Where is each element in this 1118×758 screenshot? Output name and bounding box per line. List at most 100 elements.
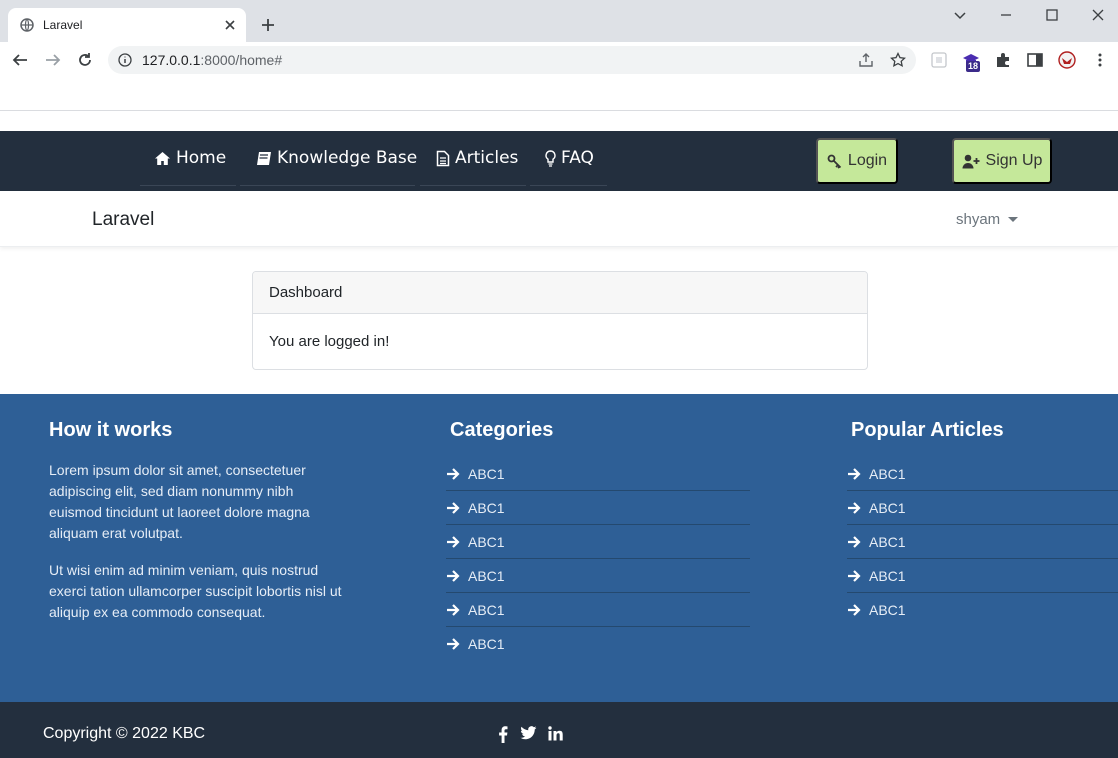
arrow-right-icon bbox=[446, 569, 460, 582]
linkedin-icon[interactable] bbox=[548, 726, 566, 744]
article-label: ABC1 bbox=[869, 499, 906, 516]
extensions-puzzle-icon[interactable] bbox=[994, 51, 1012, 69]
footer-how-title: How it works bbox=[49, 419, 173, 441]
category-item[interactable]: ABC1 bbox=[446, 491, 750, 525]
category-label: ABC1 bbox=[468, 635, 505, 652]
chrome-divider bbox=[0, 110, 1118, 111]
book-icon bbox=[256, 151, 272, 166]
nav-home-link[interactable]: Home bbox=[154, 148, 226, 168]
category-label: ABC1 bbox=[468, 465, 505, 482]
category-item[interactable]: ABC1 bbox=[446, 593, 750, 627]
nav-underline bbox=[420, 185, 526, 186]
article-label: ABC1 bbox=[869, 533, 906, 550]
app-navbar: Laravel shyam bbox=[0, 191, 1118, 247]
nav-home-label: Home bbox=[176, 148, 227, 168]
footer-popular-title: Popular Articles bbox=[851, 419, 1004, 441]
nav-knowledge-base-label: Knowledge Base bbox=[277, 148, 418, 168]
login-button[interactable]: Login bbox=[816, 138, 898, 184]
popular-article-item[interactable]: ABC1 bbox=[847, 491, 1118, 525]
arrow-right-icon bbox=[446, 637, 460, 650]
article-label: ABC1 bbox=[869, 567, 906, 584]
close-window-icon[interactable] bbox=[1090, 7, 1106, 23]
signup-button[interactable]: Sign Up bbox=[952, 138, 1052, 184]
bottom-bar: Copyright © 2022 KBC bbox=[0, 702, 1118, 758]
popular-article-item[interactable]: ABC1 bbox=[847, 525, 1118, 559]
article-label: ABC1 bbox=[869, 601, 906, 618]
category-item[interactable]: ABC1 bbox=[446, 457, 750, 491]
url-path: :8000/home# bbox=[200, 52, 283, 68]
category-label: ABC1 bbox=[468, 567, 505, 584]
category-label: ABC1 bbox=[468, 601, 505, 618]
arrow-right-icon bbox=[847, 467, 861, 480]
user-name: shyam bbox=[956, 211, 1001, 228]
more-menu-icon[interactable] bbox=[1091, 51, 1109, 69]
arrow-right-icon bbox=[847, 569, 861, 582]
nav-knowledge-base-link[interactable]: Knowledge Base bbox=[256, 148, 417, 168]
nav-articles-link[interactable]: Articles bbox=[436, 148, 518, 168]
url-text: 127.0.0.1:8000/home# bbox=[142, 52, 282, 68]
facebook-icon[interactable] bbox=[498, 726, 516, 744]
user-dropdown[interactable]: shyam bbox=[956, 211, 1019, 228]
copyright-text: Copyright © 2022 KBC bbox=[43, 725, 206, 742]
reload-icon[interactable] bbox=[76, 51, 94, 69]
home-icon bbox=[154, 151, 171, 166]
arrow-right-icon bbox=[847, 501, 861, 514]
nav-underline bbox=[140, 185, 236, 186]
user-plus-icon bbox=[962, 154, 980, 169]
url-host: 127.0.0.1 bbox=[142, 52, 201, 68]
arrow-right-icon bbox=[446, 501, 460, 514]
new-tab-icon[interactable] bbox=[260, 17, 276, 33]
arrow-right-icon bbox=[446, 535, 460, 548]
signup-label: Sign Up bbox=[985, 152, 1043, 169]
popular-articles-list: ABC1 ABC1 ABC1 ABC1 ABC1 bbox=[847, 457, 1118, 627]
card-body: You are logged in! bbox=[269, 333, 390, 350]
extension-badge: 18 bbox=[966, 61, 981, 72]
browser-tab[interactable]: Laravel bbox=[8, 8, 246, 42]
brand-link[interactable]: Laravel bbox=[92, 209, 154, 231]
site-info-icon[interactable] bbox=[118, 53, 132, 67]
popular-article-item[interactable]: ABC1 bbox=[847, 593, 1118, 627]
footer-paragraph: Ut wisi enim ad minim veniam, quis nostr… bbox=[49, 562, 342, 620]
file-icon bbox=[436, 150, 450, 167]
profile-avatar-icon[interactable] bbox=[1058, 51, 1076, 69]
category-item[interactable]: ABC1 bbox=[446, 559, 750, 593]
card-header: Dashboard bbox=[253, 272, 867, 314]
caret-down-icon bbox=[1008, 217, 1019, 222]
close-tab-icon[interactable] bbox=[222, 17, 238, 33]
top-navbar: Home Knowledge Base Articles FAQ Login S… bbox=[0, 131, 1118, 191]
category-label: ABC1 bbox=[468, 499, 505, 516]
maximize-icon[interactable] bbox=[1044, 7, 1060, 23]
share-icon[interactable] bbox=[858, 52, 874, 68]
popular-article-item[interactable]: ABC1 bbox=[847, 457, 1118, 491]
extension-grid-icon[interactable] bbox=[930, 51, 948, 69]
category-item[interactable]: ABC1 bbox=[446, 525, 750, 559]
tab-title: Laravel bbox=[43, 18, 83, 32]
category-label: ABC1 bbox=[468, 533, 505, 550]
globe-icon bbox=[20, 18, 34, 32]
nav-underline bbox=[240, 185, 415, 186]
side-panel-icon[interactable] bbox=[1026, 51, 1044, 69]
arrow-right-icon bbox=[446, 603, 460, 616]
address-bar-row: 127.0.0.1:8000/home# bbox=[0, 42, 1118, 78]
back-icon[interactable] bbox=[11, 51, 29, 69]
browser-tabstrip: Laravel bbox=[0, 0, 1118, 42]
bookmark-star-icon[interactable] bbox=[890, 52, 906, 68]
footer: How it works Lorem ipsum dolor sit amet,… bbox=[0, 394, 1118, 702]
categories-list: ABC1 ABC1 ABC1 ABC1 ABC1 ABC1 bbox=[446, 457, 750, 661]
footer-paragraph: Lorem ipsum dolor sit amet, consectetuer… bbox=[49, 462, 310, 541]
omnibox[interactable]: 127.0.0.1:8000/home# bbox=[108, 46, 916, 74]
footer-categories-title: Categories bbox=[450, 419, 554, 441]
arrow-right-icon bbox=[847, 535, 861, 548]
popular-article-item[interactable]: ABC1 bbox=[847, 559, 1118, 593]
nav-articles-label: Articles bbox=[455, 148, 519, 168]
nav-faq-link[interactable]: FAQ bbox=[545, 148, 594, 168]
twitter-icon[interactable] bbox=[520, 726, 538, 744]
tab-search-chevron-icon[interactable] bbox=[952, 7, 968, 23]
minimize-icon[interactable] bbox=[998, 7, 1014, 23]
dashboard-card: Dashboard You are logged in! bbox=[252, 271, 868, 370]
login-label: Login bbox=[847, 152, 888, 169]
lightbulb-icon bbox=[545, 149, 556, 167]
nav-faq-label: FAQ bbox=[561, 148, 594, 168]
forward-icon[interactable] bbox=[44, 51, 62, 69]
category-item[interactable]: ABC1 bbox=[446, 627, 750, 661]
